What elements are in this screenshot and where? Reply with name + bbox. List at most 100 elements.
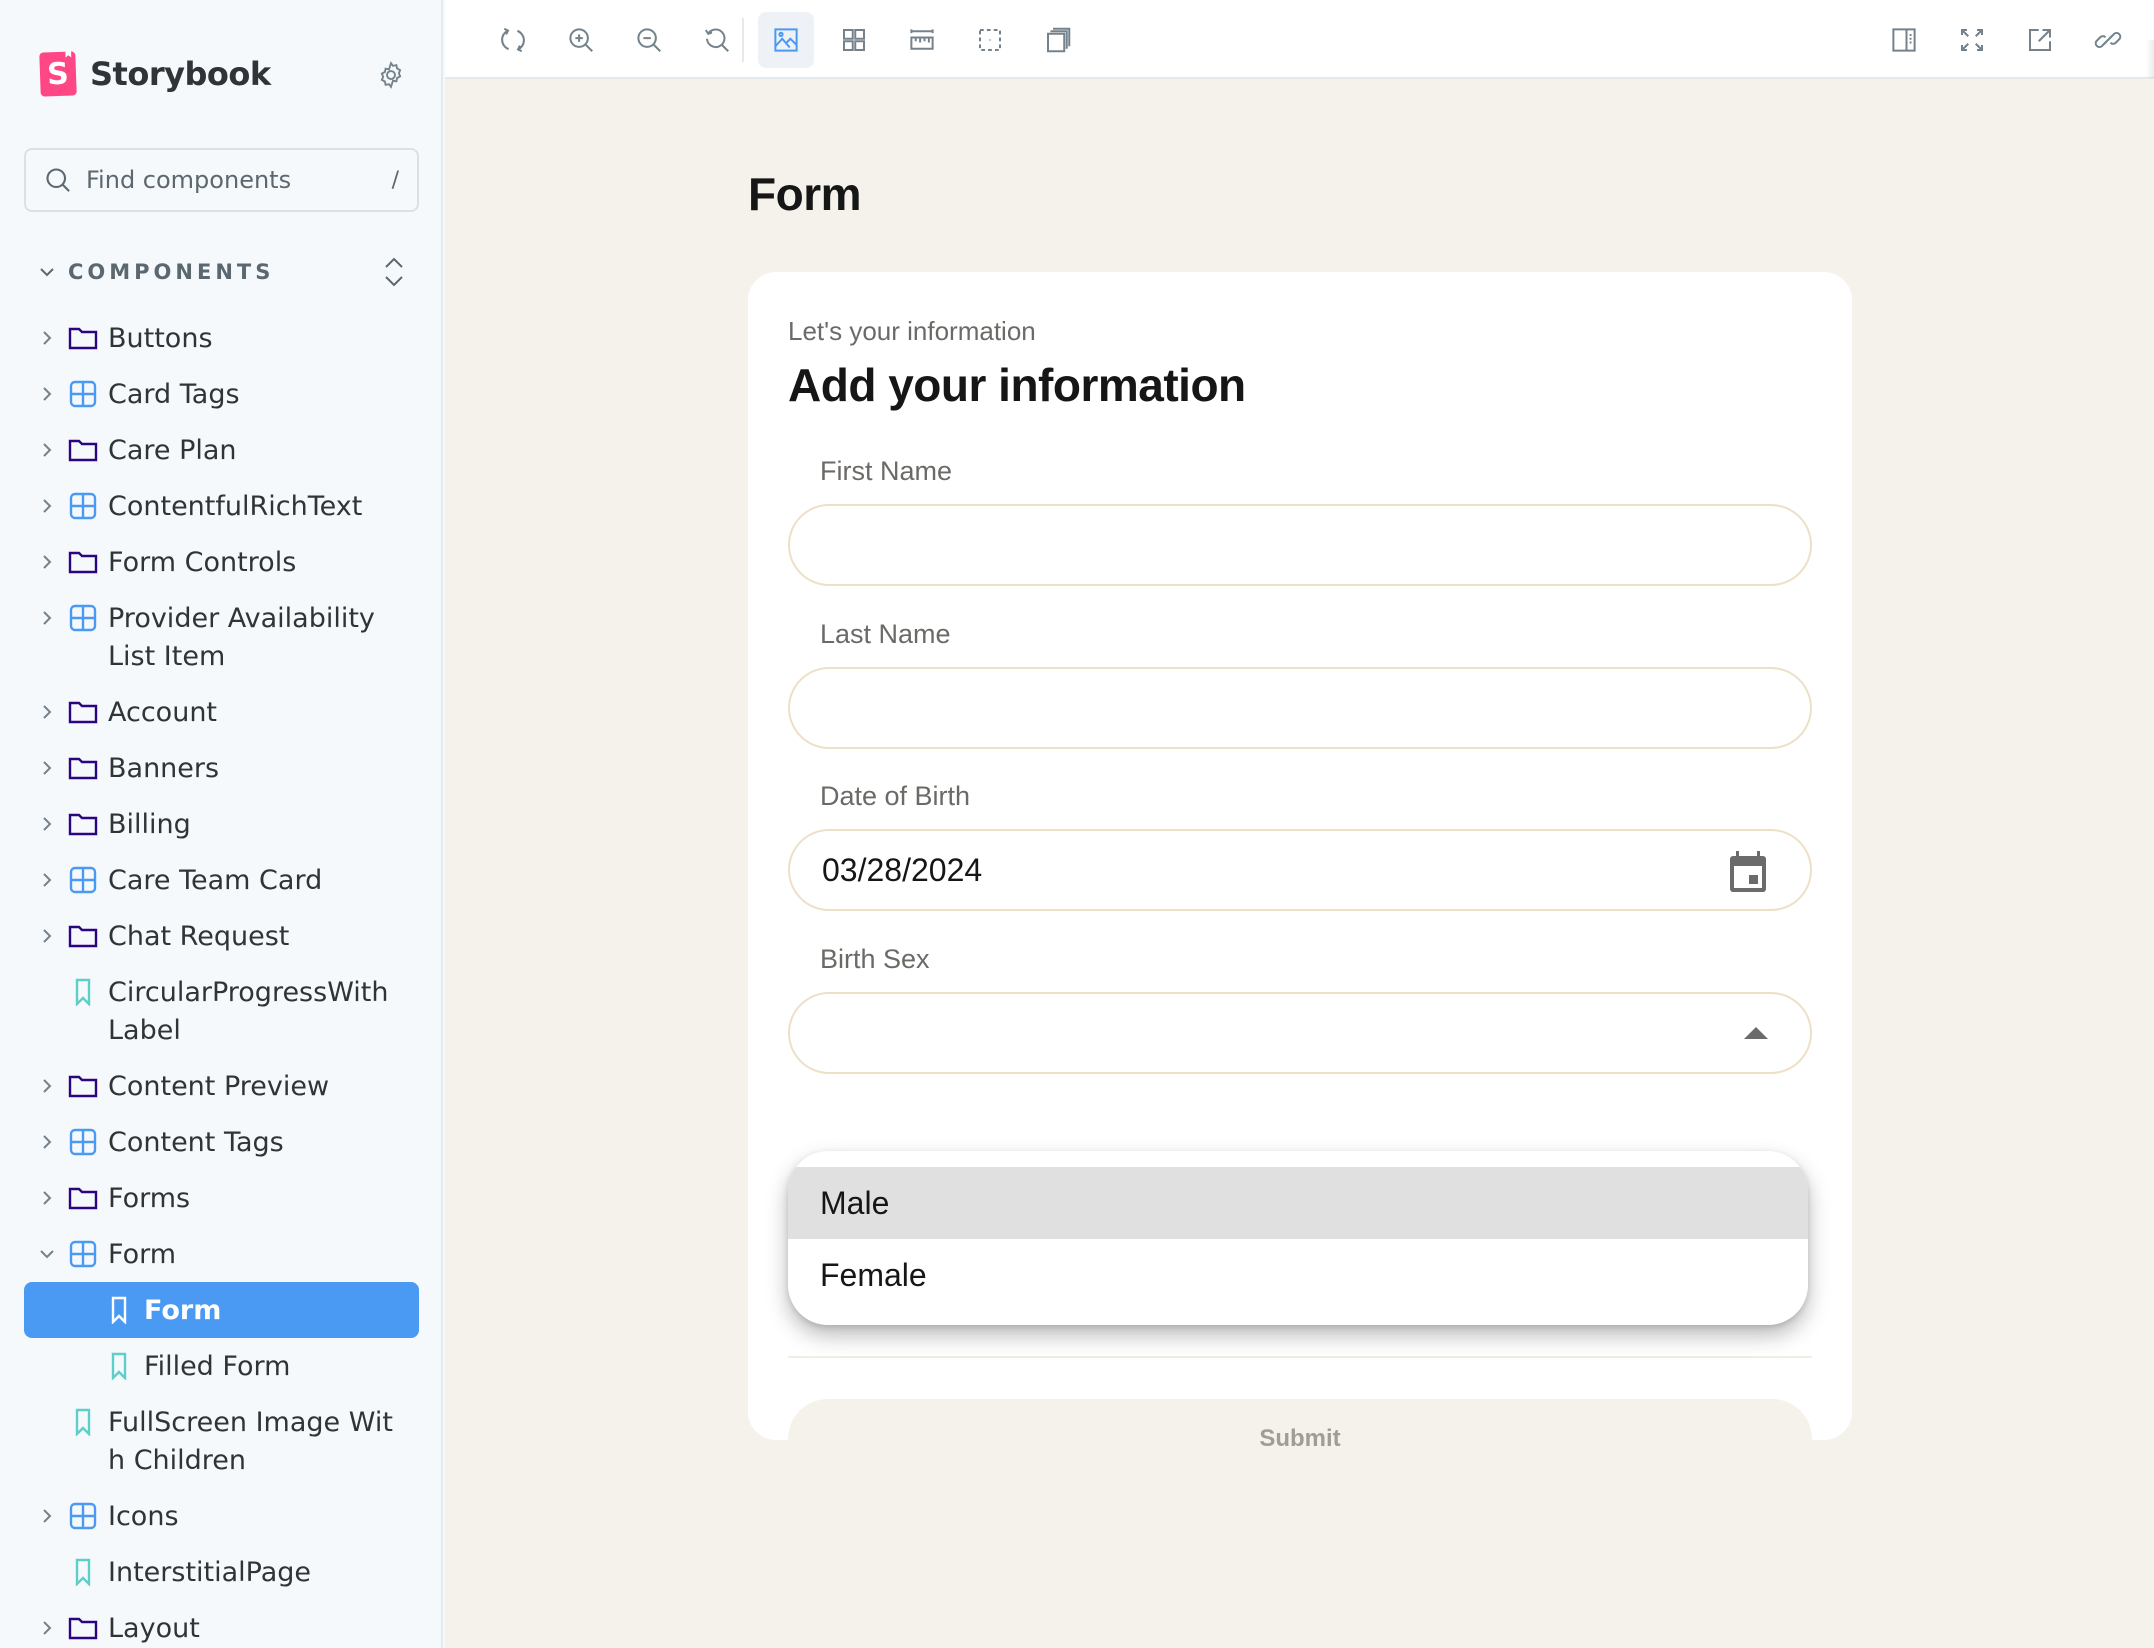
chevron-down-icon[interactable]: [38, 1245, 56, 1263]
sidebar-item-form-story[interactable]: Form: [24, 1282, 419, 1338]
settings-button[interactable]: [374, 58, 408, 92]
chevron-right-icon[interactable]: [38, 703, 56, 721]
background-image-icon: [774, 28, 798, 52]
sidebar-item-interstitialpage[interactable]: InterstitialPage: [24, 1544, 419, 1600]
chevron-right-icon[interactable]: [38, 329, 56, 347]
sidebar-item-label: Content Tags: [108, 1127, 284, 1158]
sidebar-item-card-tags[interactable]: Card Tags: [24, 366, 419, 422]
folder-icon: [68, 922, 98, 950]
sidebar-item-contentfulrichtext[interactable]: ContentfulRichText: [24, 478, 419, 534]
sidebar-item-billing[interactable]: Billing: [24, 796, 419, 852]
expand-collapse-all-icon[interactable]: [380, 254, 408, 290]
component-tree: Buttons Card Tags Care Plan ContentfulRichT…: [24, 310, 419, 1648]
measure-button[interactable]: [894, 12, 950, 68]
story-canvas: Form Let's your information Add your inf…: [445, 79, 2154, 1648]
folder-icon: [68, 698, 98, 726]
sidebar-item-layout[interactable]: Layout: [24, 1600, 419, 1648]
sidebar-item-label: Billing: [108, 809, 191, 840]
sidebar-item-account[interactable]: Account: [24, 684, 419, 740]
sidebar-item-label: Forms: [108, 1183, 191, 1214]
bookmark-icon: [104, 1296, 134, 1325]
sidebar-item-filled-form-story[interactable]: Filled Form: [24, 1338, 419, 1394]
sidebar-item-care-plan[interactable]: Care Plan: [24, 422, 419, 478]
sidebar-item-buttons[interactable]: Buttons: [24, 310, 419, 366]
calendar-icon[interactable]: [1726, 849, 1770, 895]
zoom-out-button[interactable]: [621, 12, 677, 68]
birth-sex-select[interactable]: [788, 992, 1812, 1074]
zoom-reset-button[interactable]: [689, 12, 745, 68]
bookmark-icon: [68, 1558, 98, 1587]
sidebar-item-fullscreen-image-with-children[interactable]: FullScreen Image With Children: [24, 1394, 419, 1488]
chevron-right-icon[interactable]: [38, 553, 56, 571]
first-name-field[interactable]: [788, 504, 1812, 586]
search-box[interactable]: /: [24, 148, 419, 212]
chevron-right-icon[interactable]: [38, 1189, 56, 1207]
gear-icon: [380, 61, 402, 89]
outline-icon: [979, 29, 1001, 51]
sidebar-item-label: Buttons: [108, 323, 213, 354]
chevron-right-icon[interactable]: [38, 1077, 56, 1095]
submit-button[interactable]: Submit: [788, 1399, 1812, 1479]
last-name-input[interactable]: [822, 689, 1778, 727]
sidebar-item-care-team-card[interactable]: Care Team Card: [24, 852, 419, 908]
sidebar-item-label: InterstitialPage: [108, 1557, 312, 1588]
grid-button[interactable]: [826, 12, 882, 68]
search-shortcut-hint: /: [391, 167, 399, 193]
component-icon: [68, 380, 98, 408]
folder-icon: [68, 324, 98, 352]
components-section-header[interactable]: COMPONENTS: [38, 256, 408, 288]
chevron-right-icon[interactable]: [38, 815, 56, 833]
remount-icon: [501, 27, 525, 53]
outline-button[interactable]: [962, 12, 1018, 68]
folder-icon: [68, 810, 98, 838]
chevron-right-icon[interactable]: [38, 385, 56, 403]
copy-link-button[interactable]: [2080, 12, 2136, 68]
chevron-right-icon[interactable]: [38, 609, 56, 627]
dob-field[interactable]: [788, 829, 1812, 911]
chevron-right-icon[interactable]: [38, 871, 56, 889]
toolbar-scroll-shadow: [2146, 40, 2154, 78]
sidebar-item-banners[interactable]: Banners: [24, 740, 419, 796]
chevron-right-icon[interactable]: [38, 497, 56, 515]
chevron-right-icon[interactable]: [38, 1619, 56, 1637]
option-female[interactable]: Female: [788, 1239, 1808, 1311]
chevron-down-icon: [40, 268, 54, 277]
link-icon: [2094, 32, 2122, 48]
sidebar-item-circularprogresswithlabel[interactable]: CircularProgressWithLabel: [24, 964, 419, 1058]
option-male[interactable]: Male: [788, 1167, 1808, 1239]
storybook-logo-icon: S: [39, 51, 77, 97]
background-button[interactable]: [758, 12, 814, 68]
open-new-tab-button[interactable]: [2012, 12, 2068, 68]
sidebar-item-content-preview[interactable]: Content Preview: [24, 1058, 419, 1114]
viewport-button[interactable]: [1030, 12, 1086, 68]
component-icon: [68, 866, 98, 894]
preview-toolbar: [445, 0, 2154, 79]
sidebar-item-label: Form Controls: [108, 547, 297, 578]
sidebar-item-form[interactable]: Form: [24, 1226, 419, 1282]
sidebar-item-chat-request[interactable]: Chat Request: [24, 908, 419, 964]
caret-up-icon[interactable]: [1744, 1027, 1768, 1039]
sidebar-item-form-controls[interactable]: Form Controls: [24, 534, 419, 590]
first-name-input[interactable]: [822, 526, 1778, 564]
sidebar-item-content-tags[interactable]: Content Tags: [24, 1114, 419, 1170]
chevron-right-icon[interactable]: [38, 927, 56, 945]
dob-input[interactable]: [822, 851, 1778, 889]
chevron-right-icon[interactable]: [38, 759, 56, 777]
chevron-right-icon[interactable]: [38, 441, 56, 459]
chevron-right-icon[interactable]: [38, 1507, 56, 1525]
folder-icon: [68, 436, 98, 464]
sidebar-item-provider-availability-list-item[interactable]: Provider Availability List Item: [24, 590, 419, 684]
toggle-addons-button[interactable]: [1876, 12, 1932, 68]
sidebar-item-icons[interactable]: Icons: [24, 1488, 419, 1544]
chevron-right-icon[interactable]: [38, 1133, 56, 1151]
search-input[interactable]: [86, 166, 392, 194]
zoom-in-button[interactable]: [553, 12, 609, 68]
page-title: Form: [748, 168, 862, 220]
folder-icon: [68, 548, 98, 576]
sidebar-item-forms[interactable]: Forms: [24, 1170, 419, 1226]
last-name-field[interactable]: [788, 667, 1812, 749]
component-icon: [68, 492, 98, 520]
remount-button[interactable]: [485, 12, 541, 68]
storybook-brand[interactable]: S Storybook: [39, 51, 271, 97]
fullscreen-button[interactable]: [1944, 12, 2000, 68]
